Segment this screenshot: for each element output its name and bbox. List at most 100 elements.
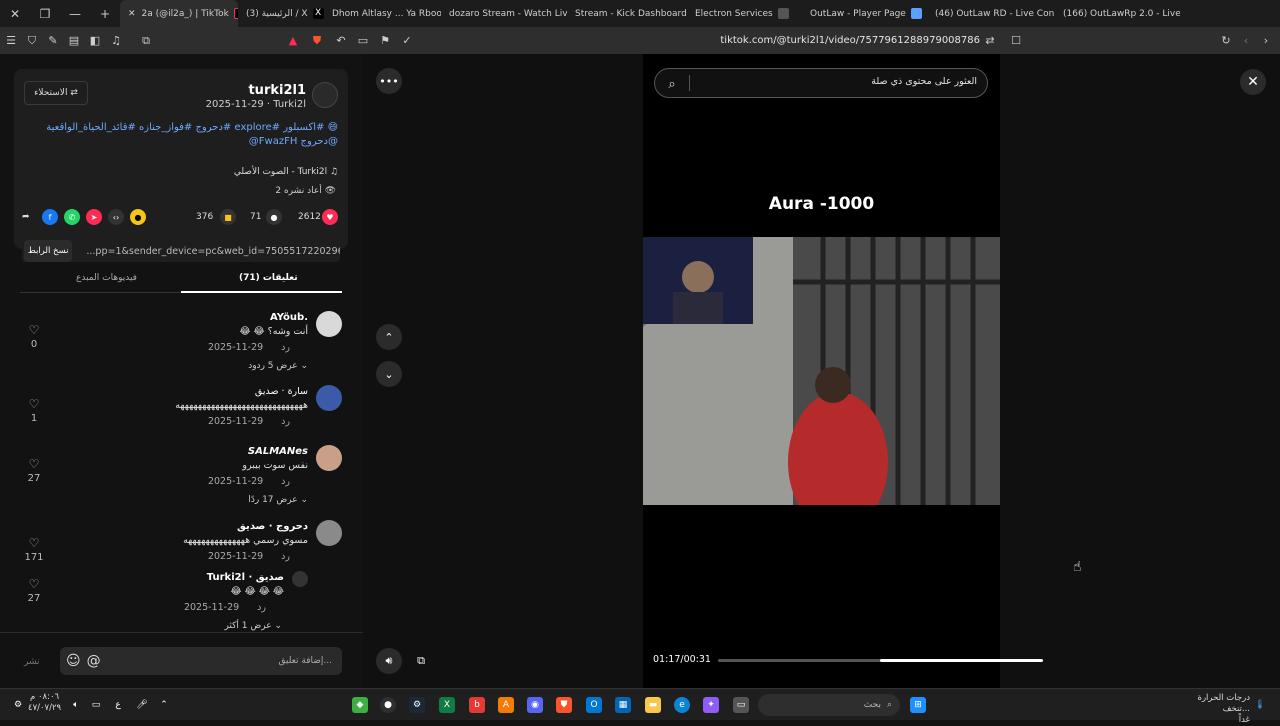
tab-outlaw[interactable]: OutLaw - Player Page	[802, 0, 927, 27]
store-icon[interactable]: ▦	[615, 697, 631, 713]
settings-tray-icon[interactable]: ⚙	[10, 697, 26, 713]
app-a-icon[interactable]: A	[498, 697, 514, 713]
tab-kick-watch[interactable]: dozaro Stream - Watch Live	[441, 0, 567, 27]
minimize-window-icon[interactable]: —	[60, 0, 90, 27]
emoji-icon[interactable]: ☺	[66, 653, 81, 669]
view-replies-button[interactable]: عرض 17 ردًا ⌄	[248, 495, 308, 505]
url-field[interactable]: tiktok.com/@turki2l1/video/7577961288979…	[560, 35, 980, 46]
language-tray-icon[interactable]: ع	[110, 697, 126, 713]
sidebar-icon[interactable]: ◧	[85, 31, 105, 51]
excel-icon[interactable]: X	[439, 697, 455, 713]
bookmark-icon[interactable]: ☐	[1006, 31, 1026, 51]
next-video-button[interactable]: ⌄	[376, 361, 402, 387]
brave-icon[interactable]: ⛊	[556, 697, 572, 713]
tab-close-icon[interactable]: ✕	[128, 9, 136, 19]
telegram-share-button[interactable]: ➤	[86, 208, 102, 226]
comment-like[interactable]: ♡ 0	[24, 323, 44, 350]
whatsapp-share-button[interactable]: ✆	[64, 208, 80, 226]
discord-icon[interactable]: ◉	[527, 697, 543, 713]
extension-icon[interactable]: ✓	[397, 31, 417, 51]
commenter-avatar[interactable]	[316, 385, 342, 411]
mic-tray-icon[interactable]: 🎤︎	[134, 697, 150, 713]
comment-like[interactable]: ♡ 27	[24, 457, 44, 484]
tab-outlaw-rd[interactable]: (46) OutLaw RD - Live Con	[927, 0, 1055, 27]
reply-button[interactable]: رد	[281, 551, 290, 562]
video-player[interactable]: ⌕ العثور على محتوى ذي صلة Aura -1000 01:…	[643, 54, 1044, 688]
commenter-avatar[interactable]	[316, 311, 342, 337]
obs-icon[interactable]: ●	[380, 697, 396, 713]
previous-video-button[interactable]: ⌃	[376, 324, 402, 350]
comment-input[interactable]: ☺ @ إضافة تعليق...	[60, 647, 342, 675]
close-window-icon[interactable]: ✕	[0, 0, 30, 27]
view-replies-button[interactable]: عرض 5 ردود ⌄	[248, 361, 308, 371]
search-icon[interactable]: ⌕	[663, 75, 681, 93]
more-options-button[interactable]: •••	[376, 68, 402, 94]
replier-name[interactable]: Turki2l · صديق	[207, 572, 284, 583]
clock[interactable]: ٠٨:٠٦ م ٤٧/٠٧/٢٩	[28, 692, 61, 714]
translate-icon[interactable]: ⚑	[375, 31, 395, 51]
reply-button[interactable]: رد	[281, 476, 290, 487]
task-view-icon[interactable]: ▭	[733, 697, 749, 713]
files-icon[interactable]: ▬	[645, 697, 661, 713]
facebook-share-button[interactable]: f	[42, 208, 58, 226]
tab-x[interactable]: (3) الرئيسية / X X	[238, 0, 324, 27]
outlook-icon[interactable]: O	[586, 697, 602, 713]
pen-icon[interactable]: ✎	[43, 31, 63, 51]
embed-button[interactable]: ‹›	[108, 208, 124, 226]
weather-widget[interactable]: درجات الحرارة تنخف... غداً	[1180, 693, 1251, 726]
tab-tiktok[interactable]: ✕ 2a (@il2a_) | TikTok	[120, 0, 238, 27]
taskbar-search[interactable]: بحث ⌕	[758, 694, 900, 716]
reply-button[interactable]: رد	[281, 342, 290, 353]
save-button[interactable]: ■	[220, 208, 236, 226]
edge-icon[interactable]: e	[674, 697, 690, 713]
steam-icon[interactable]: ⚙	[409, 697, 425, 713]
commenter-avatar[interactable]	[316, 520, 342, 546]
comment-like[interactable]: ♡ 171	[24, 536, 44, 563]
post-description[interactable]: 😄 #اكسبلور #explore #دحروج #فواز_جنازه #…	[28, 121, 338, 149]
app-b-icon[interactable]: b	[469, 697, 485, 713]
volume-button[interactable]: 🔊︎	[376, 648, 402, 674]
menu-icon[interactable]: ☰	[1, 31, 21, 51]
commenter-name[interactable]: سارة · صديق	[255, 386, 308, 397]
windows-start-icon[interactable]: ⊞	[910, 697, 926, 713]
tab-electron[interactable]: Electron Services	[687, 0, 802, 27]
back-icon[interactable]: ‹	[1236, 31, 1256, 51]
music-icon[interactable]: ♫	[106, 31, 126, 51]
reply-button[interactable]: رد	[257, 602, 266, 613]
like-button[interactable]: ♥	[322, 208, 338, 226]
network-tray-icon[interactable]: ▭	[88, 697, 104, 713]
reader-icon[interactable]: ▤	[64, 31, 84, 51]
coin-button[interactable]: ●	[130, 208, 146, 226]
music-link[interactable]: الصوت الأصلي - Turki2l ♫	[234, 167, 338, 177]
tab-creator-videos[interactable]: فيديوهات المبدع	[76, 273, 137, 283]
follow-button[interactable]: الاستحلاء ⇄	[24, 81, 88, 105]
forward-icon[interactable]: ›	[1256, 31, 1276, 51]
tab-comments[interactable]: (71) تعليقات	[239, 273, 298, 283]
copilot-icon[interactable]: ✦	[703, 697, 719, 713]
close-player-button[interactable]: ✕	[1240, 69, 1266, 95]
tab-kick-dashboard[interactable]: Stream - Kick Dashboard	[567, 0, 687, 27]
author-name[interactable]: turki2l1	[248, 83, 306, 98]
comment-button[interactable]: ●	[266, 208, 282, 226]
post-comment-button[interactable]: نشر	[24, 657, 40, 667]
reload-icon[interactable]: ↻	[1216, 31, 1236, 51]
history-back-icon[interactable]: ↶	[331, 31, 351, 51]
view-more-replies-button[interactable]: عرض 1 أكثر ⌄	[224, 621, 282, 631]
comment-like[interactable]: ♡ 1	[24, 397, 44, 424]
volume-tray-icon[interactable]: 🔈︎	[68, 697, 84, 713]
share-icon[interactable]: ➦	[22, 208, 30, 226]
share-link-text[interactable]: ...pp=1&sender_device=pc&web_id=75055172…	[86, 246, 340, 257]
brave-shield-icon[interactable]: ⛊	[307, 31, 327, 51]
tab-outlawrp[interactable]: (166) OutLawRp 2.0 - Live	[1055, 0, 1180, 27]
tab-youtube[interactable]: Dhom Altlasy ... Ya Rbooe	[324, 0, 441, 27]
new-tab-icon[interactable]: +	[90, 0, 120, 27]
show-hidden-icons[interactable]: ⌃	[156, 697, 172, 713]
author-avatar[interactable]	[312, 82, 338, 108]
copy-link-button[interactable]: نسخ الرابط	[24, 240, 73, 262]
commenter-avatar[interactable]	[316, 445, 342, 471]
screenshot-icon[interactable]: ⧉	[136, 31, 156, 51]
cast-icon[interactable]: ▭	[353, 31, 373, 51]
pip-button[interactable]: ⧉	[408, 648, 434, 674]
notification-icon[interactable]: ▲	[283, 31, 303, 51]
app-icon[interactable]: ◆	[352, 697, 368, 713]
